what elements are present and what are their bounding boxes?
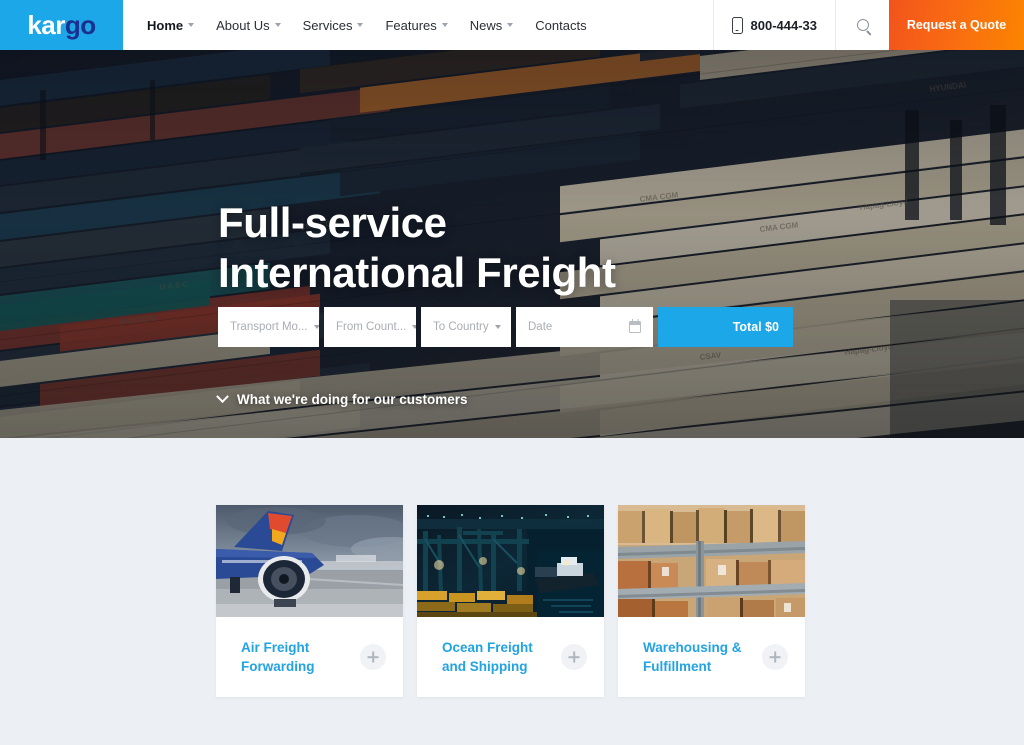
service-card-list: Air Freight Forwarding Ocean Freight and… — [216, 505, 805, 697]
service-card-image — [417, 505, 604, 617]
hero-title-line-2: International Freight — [218, 249, 616, 296]
chevron-down-icon — [274, 23, 281, 27]
service-card-body: Air Freight Forwarding — [216, 617, 403, 697]
scroll-hint-label: What we're doing for our customers — [237, 392, 468, 407]
chevron-down-icon — [313, 325, 319, 329]
nav-item-news[interactable]: News — [470, 18, 514, 33]
nav-item-label: Services — [302, 17, 353, 33]
mobile-phone-icon — [731, 16, 743, 34]
total-button[interactable]: Total $0 — [658, 307, 793, 347]
service-card-air-freight[interactable]: Air Freight Forwarding — [216, 505, 403, 697]
nav-item-home[interactable]: Home — [147, 17, 195, 33]
nav-item-label: Contacts — [535, 17, 587, 33]
date-value: Date — [528, 321, 553, 333]
service-card-title: Air Freight Forwarding — [241, 640, 315, 674]
freight-quote-form: Transport Mo... From Count... To Country… — [218, 307, 793, 347]
nav-item-features[interactable]: Features — [385, 17, 448, 33]
hero-content: Full-service International Freight Trans… — [216, 50, 1024, 438]
service-card-title: Warehousing & Fulfillment — [643, 640, 742, 674]
header-actions: 800-444-33 Request a Quote — [712, 0, 1024, 50]
to-country-value: To Country — [433, 321, 489, 333]
nav-item-services[interactable]: Services — [303, 18, 364, 33]
chevron-down-icon — [188, 23, 195, 27]
chevron-down-icon — [494, 325, 501, 329]
nav-item-label: News — [469, 17, 503, 33]
service-card-ocean-freight[interactable]: Ocean Freight and Shipping — [417, 505, 604, 697]
main-navigation: Home About Us Services Features News Con… — [123, 0, 713, 50]
nav-item-label: Home — [147, 17, 184, 33]
scroll-down-hint[interactable]: What we're doing for our customers — [216, 390, 468, 407]
service-card-image — [618, 505, 805, 617]
nav-item-contacts[interactable]: Contacts — [535, 18, 586, 33]
services-section: Air Freight Forwarding Ocean Freight and… — [0, 438, 1024, 745]
logo-text-secondary: go — [64, 10, 96, 40]
logo[interactable]: kargo — [0, 0, 123, 50]
search-icon — [856, 19, 869, 31]
transport-mode-value: Transport Mo... — [230, 321, 308, 333]
hero-title: Full-service International Freight — [218, 198, 616, 298]
plus-icon[interactable] — [360, 644, 386, 670]
chevron-down-icon — [507, 23, 514, 27]
service-card-body: Warehousing & Fulfillment — [618, 617, 805, 697]
chevron-down-icon — [216, 390, 229, 404]
nav-item-label: About Us — [216, 17, 270, 33]
page-root: kargo Home About Us Services Features Ne… — [0, 0, 1024, 745]
to-country-select[interactable]: To Country — [421, 307, 511, 347]
service-card-title: Ocean Freight and Shipping — [442, 640, 533, 674]
chevron-down-icon — [357, 23, 364, 27]
request-quote-button[interactable]: Request a Quote — [889, 0, 1024, 50]
phone-number: 800-444-33 — [750, 17, 818, 33]
nav-item-about-us[interactable]: About Us — [216, 17, 281, 33]
hero-title-line-1: Full-service — [218, 199, 447, 246]
from-country-value: From Count... — [336, 321, 407, 333]
chevron-down-icon — [441, 23, 448, 27]
site-header: kargo Home About Us Services Features Ne… — [0, 0, 1024, 50]
chevron-down-icon — [412, 325, 416, 329]
logo-text-primary: kar — [27, 10, 65, 40]
calendar-icon[interactable] — [629, 319, 641, 333]
from-country-select[interactable]: From Count... — [324, 307, 416, 347]
nav-item-label: Features — [385, 17, 437, 33]
plus-icon[interactable] — [561, 644, 587, 670]
plus-icon[interactable] — [762, 644, 788, 670]
transport-mode-select[interactable]: Transport Mo... — [218, 307, 319, 347]
hero-section: CMA CGM CMA CGM CMA CGM CSAV Hapag-Lloyd… — [0, 50, 1024, 438]
service-card-body: Ocean Freight and Shipping — [417, 617, 604, 697]
date-input[interactable]: Date — [516, 307, 653, 347]
search-button[interactable] — [836, 0, 889, 50]
service-card-warehousing[interactable]: Warehousing & Fulfillment — [618, 505, 805, 697]
phone-link[interactable]: 800-444-33 — [714, 0, 836, 50]
logo-text: kargo — [27, 10, 96, 40]
service-card-image — [216, 505, 403, 617]
